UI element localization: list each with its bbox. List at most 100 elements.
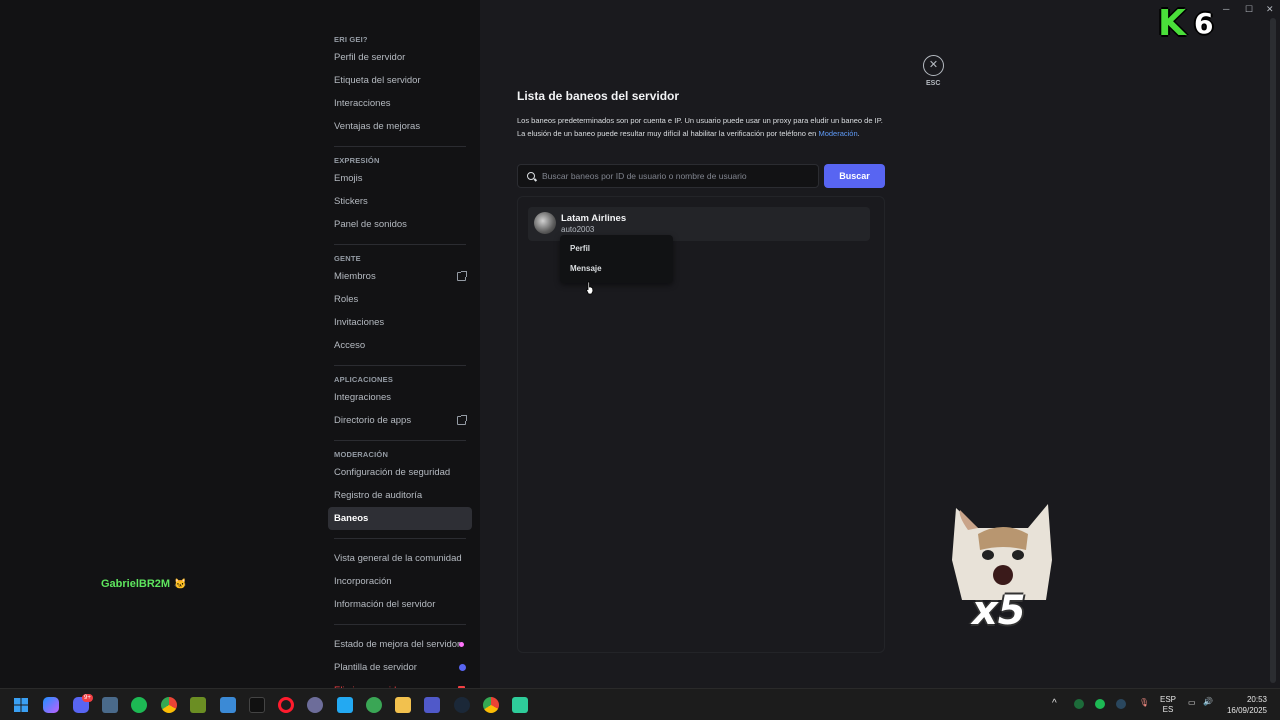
sidebar-item-label: Miembros	[334, 271, 376, 282]
app-icon[interactable]	[366, 697, 382, 713]
lang-top: ESP	[1160, 695, 1177, 704]
settings-nav: ERI GEI? Perfil de servidor Etiqueta del…	[328, 30, 472, 702]
sidebar-item-invites[interactable]: Invitaciones	[328, 311, 472, 334]
system-clock[interactable]: 20:53 16/09/2025	[1227, 694, 1267, 716]
sidebar-divider	[334, 440, 466, 441]
opera-icon[interactable]	[278, 697, 294, 713]
volume-icon[interactable]: 🔊	[1203, 697, 1213, 706]
steam-tray-icon[interactable]	[1116, 699, 1126, 709]
search-icon	[527, 172, 535, 180]
vscode-icon[interactable]	[337, 697, 353, 713]
steam-icon[interactable]	[454, 697, 470, 713]
section-header-people: GENTE	[334, 254, 361, 263]
sidebar-item-bans[interactable]: Baneos	[328, 507, 472, 530]
sidebar-item-server-insights[interactable]: Información del servidor	[328, 593, 472, 616]
moderation-link[interactable]: Moderación	[818, 129, 857, 138]
sidebar-item-interactions[interactable]: Interacciones	[328, 92, 472, 115]
app-icon[interactable]	[190, 697, 206, 713]
sidebar-item-server-tag[interactable]: Etiqueta del servidor	[328, 69, 472, 92]
ban-search-input[interactable]	[542, 165, 812, 187]
sidebar-item-integrations[interactable]: Integraciones	[328, 386, 472, 409]
streamer-username-overlay: GabrielBR2M 🐱	[101, 578, 187, 590]
section-header-moderation: MODERACIÓN	[334, 450, 389, 459]
app-root: ERI GEI? Perfil de servidor Etiqueta del…	[0, 0, 1280, 720]
app-icon[interactable]	[220, 697, 236, 713]
discord-badge: 9+	[82, 694, 93, 702]
ban-search-box	[517, 164, 819, 188]
sidebar-item-access[interactable]: Acceso	[328, 334, 472, 357]
section-header-apps: APLICACIONES	[334, 375, 394, 384]
sidebar-item-emojis[interactable]: Emojis	[328, 167, 472, 190]
boost-icon	[459, 642, 464, 647]
section-header-server: ERI GEI?	[334, 35, 368, 44]
spotify-icon[interactable]	[131, 697, 147, 713]
sidebar-divider	[334, 146, 466, 147]
sidebar-item-label: Estado de mejora del servidor	[334, 639, 461, 650]
description-end: .	[857, 128, 860, 138]
copilot-icon[interactable]	[43, 697, 59, 713]
tray-app-icon[interactable]	[1074, 699, 1084, 709]
context-menu: Perfil Mensaje	[560, 235, 673, 283]
sidebar-item-boost-status[interactable]: Estado de mejora del servidor	[328, 633, 472, 656]
sidebar-item-stickers[interactable]: Stickers	[328, 190, 472, 213]
chrome-icon[interactable]	[483, 697, 499, 713]
search-button[interactable]: Buscar	[824, 164, 885, 188]
windows-taskbar: 9+ ^ 🎙 ESP ES ▭ 🔊 20:53 16/09/2025	[0, 688, 1280, 720]
microphone-icon[interactable]: 🎙	[1139, 698, 1149, 707]
sidebar-item-audit-log[interactable]: Registro de auditoría	[328, 484, 472, 507]
sidebar-item-server-template[interactable]: Plantilla de servidor	[328, 656, 472, 679]
minimize-icon[interactable]: ─	[1223, 4, 1229, 14]
section-header-expression: EXPRESIÓN	[334, 156, 380, 165]
app-icon[interactable]	[307, 697, 323, 713]
sidebar-item-roles[interactable]: Roles	[328, 288, 472, 311]
k6-overlay: K 6	[1158, 3, 1218, 44]
external-link-icon	[457, 271, 467, 281]
cat-emoji-icon: 🐱	[174, 579, 187, 590]
hand-cursor-icon	[586, 281, 594, 295]
teams-icon[interactable]	[424, 697, 440, 713]
avatar	[534, 212, 556, 234]
sidebar-item-app-directory[interactable]: Directorio de apps	[328, 409, 472, 432]
language-indicator[interactable]: ESP ES	[1160, 695, 1176, 715]
sidebar-item-boost-perks[interactable]: Ventajas de mejoras	[328, 115, 472, 138]
page-title: Lista de baneos del servidor	[517, 89, 680, 103]
esc-label: ESC	[926, 80, 941, 87]
windows-start-icon[interactable]	[13, 697, 29, 713]
sidebar-item-safety-setup[interactable]: Configuración de seguridad	[328, 461, 472, 484]
settings-sidebar: ERI GEI? Perfil de servidor Etiqueta del…	[0, 0, 480, 696]
context-menu-profile[interactable]: Perfil	[564, 239, 669, 259]
network-icon[interactable]: ▭	[1188, 698, 1196, 707]
sidebar-divider	[334, 538, 466, 539]
page-description: Los baneos predeterminados son por cuent…	[517, 115, 887, 140]
sidebar-divider	[334, 365, 466, 366]
app-window-icon[interactable]	[102, 697, 118, 713]
sidebar-item-community-overview[interactable]: Vista general de la comunidad	[328, 547, 472, 570]
k6-letter: K	[1158, 3, 1186, 44]
sidebar-item-onboarding[interactable]: Incorporación	[328, 570, 472, 593]
k6-number: 6	[1194, 7, 1214, 40]
dot-icon	[459, 664, 466, 671]
banned-user-name: Latam Airlines	[561, 213, 627, 224]
maximize-icon[interactable]: ☐	[1245, 4, 1253, 15]
app-icon[interactable]	[512, 697, 528, 713]
username-text: GabrielBR2M	[101, 578, 171, 590]
sidebar-item-members[interactable]: Miembros	[328, 265, 472, 288]
clock-time: 20:53	[1246, 695, 1267, 704]
close-button[interactable]: ✕	[923, 55, 944, 76]
sidebar-item-label: Directorio de apps	[334, 415, 412, 426]
chevron-up-icon[interactable]: ^	[1052, 698, 1057, 709]
multiplier-overlay: x5	[972, 588, 1026, 634]
chrome-icon[interactable]	[161, 697, 177, 713]
sidebar-item-soundboard[interactable]: Panel de sonidos	[328, 213, 472, 236]
sidebar-item-label: Plantilla de servidor	[334, 662, 417, 673]
spotify-tray-icon[interactable]	[1095, 699, 1105, 709]
external-link-icon	[457, 415, 467, 425]
context-menu-message[interactable]: Mensaje	[564, 259, 669, 279]
scrollbar[interactable]	[1270, 18, 1276, 683]
sidebar-divider	[334, 244, 466, 245]
tiktok-icon[interactable]	[249, 697, 265, 713]
close-window-icon[interactable]: ✕	[1266, 4, 1274, 15]
banned-user-username: auto2003	[561, 225, 595, 233]
folder-icon[interactable]	[395, 697, 411, 713]
sidebar-item-server-profile[interactable]: Perfil de servidor	[328, 46, 472, 69]
